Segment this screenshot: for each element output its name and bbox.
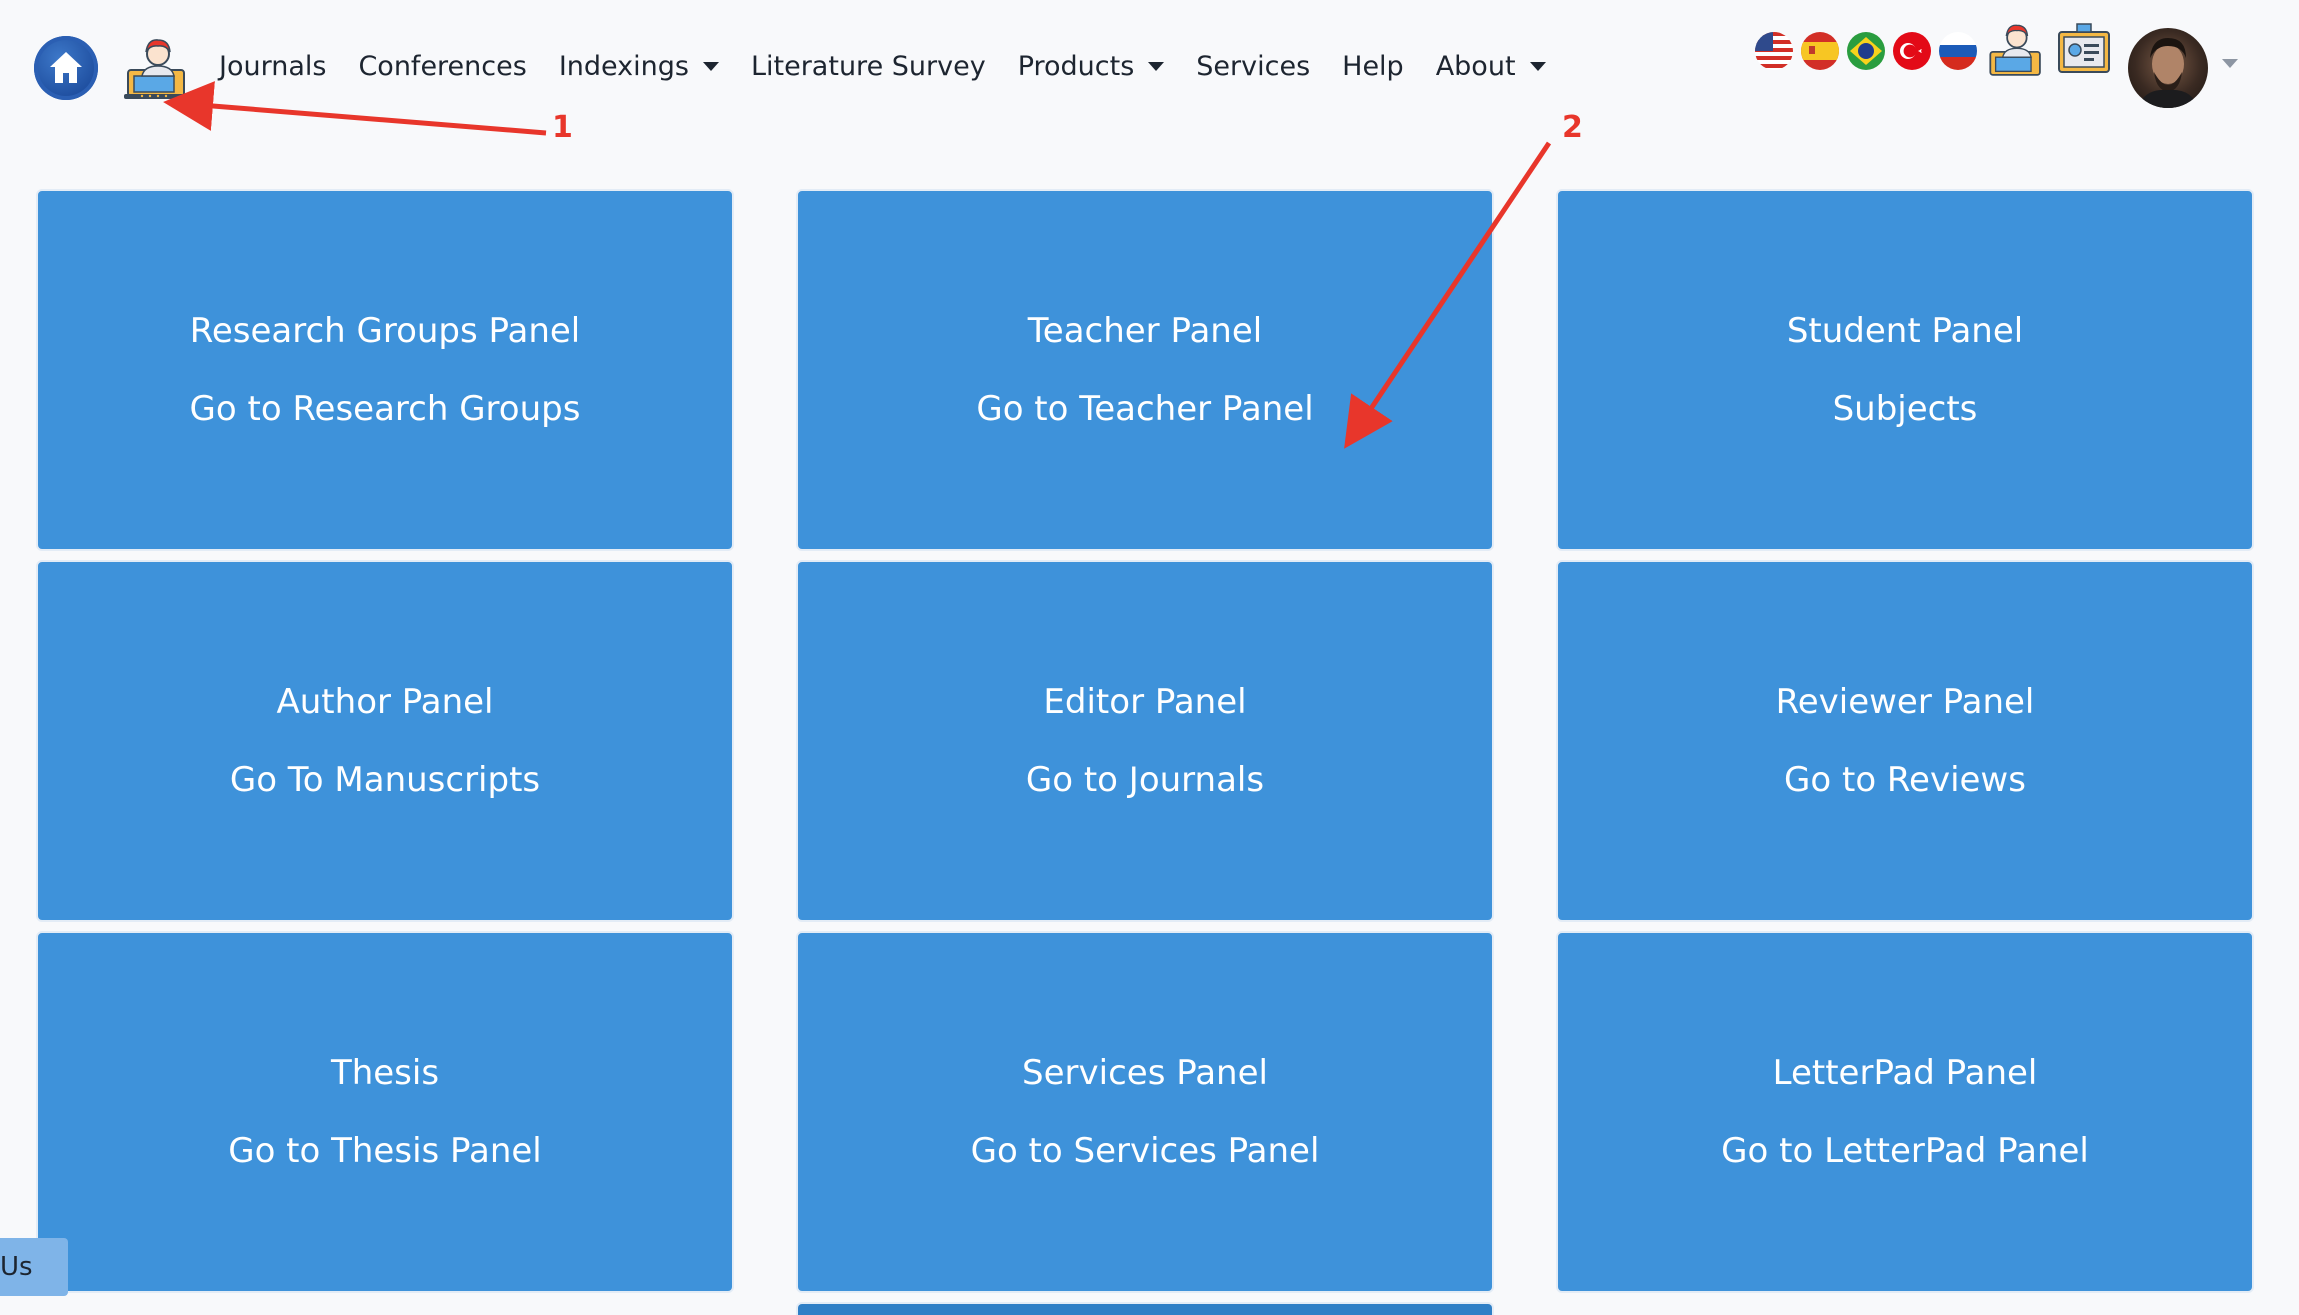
panel-card-reviewer-panel[interactable]: Reviewer Panel Go to Reviews (1556, 560, 2254, 922)
nav-link-label: Help (1342, 50, 1404, 82)
panel-card-editor-panel[interactable]: Editor Panel Go to Journals (796, 560, 1494, 922)
nav-link-label: Products (1017, 50, 1135, 82)
caret-down-icon (1148, 61, 1165, 71)
nav-link-label: Journals (219, 50, 327, 82)
top-navbar: Journals Conferences Indexings Literature S… (0, 0, 2299, 140)
panel-card-link[interactable]: Go to Teacher Panel (976, 387, 1313, 431)
nav-link-products[interactable]: Products (1018, 51, 1165, 82)
brazil-flag-icon[interactable] (1847, 32, 1885, 70)
panel-card-title: Teacher Panel (1027, 311, 1263, 351)
russia-flag-icon[interactable] (1939, 32, 1977, 70)
home-icon[interactable] (34, 36, 98, 100)
admin-panel-icon[interactable] (2053, 20, 2115, 82)
nav-link-indexings[interactable]: Indexings (559, 51, 719, 82)
panel-card-title: Thesis (330, 1053, 440, 1093)
user-avatar[interactable] (2128, 28, 2208, 108)
panel-card-title: Editor Panel (1043, 682, 1247, 722)
turkey-flag-icon[interactable] (1893, 32, 1931, 70)
panel-card-thesis[interactable]: Thesis Go to Thesis Panel (36, 931, 734, 1293)
chevron-down-icon[interactable] (2222, 59, 2238, 68)
nav-link-about[interactable]: About (1436, 51, 1546, 82)
panel-card-title: LetterPad Panel (1772, 1053, 2038, 1093)
panel-card-title: Research Groups Panel (189, 311, 581, 351)
contact-us-label: Us (0, 1252, 33, 1282)
contact-us-tab[interactable]: Us (0, 1238, 68, 1296)
panel-card-link[interactable]: Go To Manuscripts (230, 758, 540, 802)
annotation-number-2: 2 (1562, 110, 1583, 145)
panel-card-partial[interactable] (796, 1302, 1494, 1315)
us-flag-icon[interactable] (1755, 32, 1793, 70)
panel-card-link[interactable]: Go to Thesis Panel (228, 1129, 542, 1173)
panel-card-link[interactable]: Go to Research Groups (190, 387, 581, 431)
panel-card-services-panel[interactable]: Services Panel Go to Services Panel (796, 931, 1494, 1293)
main-menu: Journals Conferences Indexings Literature S… (219, 44, 1578, 88)
panel-card-link[interactable]: Subjects (1833, 387, 1978, 431)
caret-down-icon (702, 61, 719, 71)
panel-card-link[interactable]: Go to Journals (1026, 758, 1264, 802)
nav-link-label: Literature Survey (750, 50, 986, 82)
annotation-number-1: 1 (552, 110, 573, 145)
nav-link-label: Indexings (558, 50, 689, 82)
panel-card-link[interactable]: Go to LetterPad Panel (1721, 1129, 2089, 1173)
panel-card-author-panel[interactable]: Author Panel Go To Manuscripts (36, 560, 734, 922)
nav-link-help[interactable]: Help (1342, 51, 1404, 82)
nav-link-label: About (1435, 50, 1516, 82)
nav-link-literature-survey[interactable]: Literature Survey (751, 51, 986, 82)
panel-card-link[interactable]: Go to Services Panel (971, 1129, 1320, 1173)
language-switcher (1755, 20, 2121, 82)
nav-link-journals[interactable]: Journals (219, 51, 326, 82)
caret-down-icon (1529, 61, 1546, 71)
nav-link-conferences[interactable]: Conferences (358, 51, 526, 82)
panel-card-title: Reviewer Panel (1775, 682, 2035, 722)
panel-card-title: Author Panel (276, 682, 494, 722)
panel-card-teacher-panel[interactable]: Teacher Panel Go to Teacher Panel (796, 189, 1494, 551)
nav-link-label: Services (1196, 50, 1311, 82)
user-panel-icon[interactable] (122, 36, 192, 102)
panel-card-letterpad-panel[interactable]: LetterPad Panel Go to LetterPad Panel (1556, 931, 2254, 1293)
panel-card-title: Services Panel (1022, 1053, 1268, 1093)
spain-flag-icon[interactable] (1801, 32, 1839, 70)
panel-card-research-groups-panel[interactable]: Research Groups Panel Go to Research Grou… (36, 189, 734, 551)
nav-link-services[interactable]: Services (1196, 51, 1310, 82)
panel-card-title: Student Panel (1786, 311, 2024, 351)
user-panel-icon[interactable] (1985, 20, 2047, 82)
panel-card-student-panel[interactable]: Student Panel Subjects (1556, 189, 2254, 551)
panel-card-link[interactable]: Go to Reviews (1784, 758, 2026, 802)
nav-link-label: Conferences (358, 50, 527, 82)
